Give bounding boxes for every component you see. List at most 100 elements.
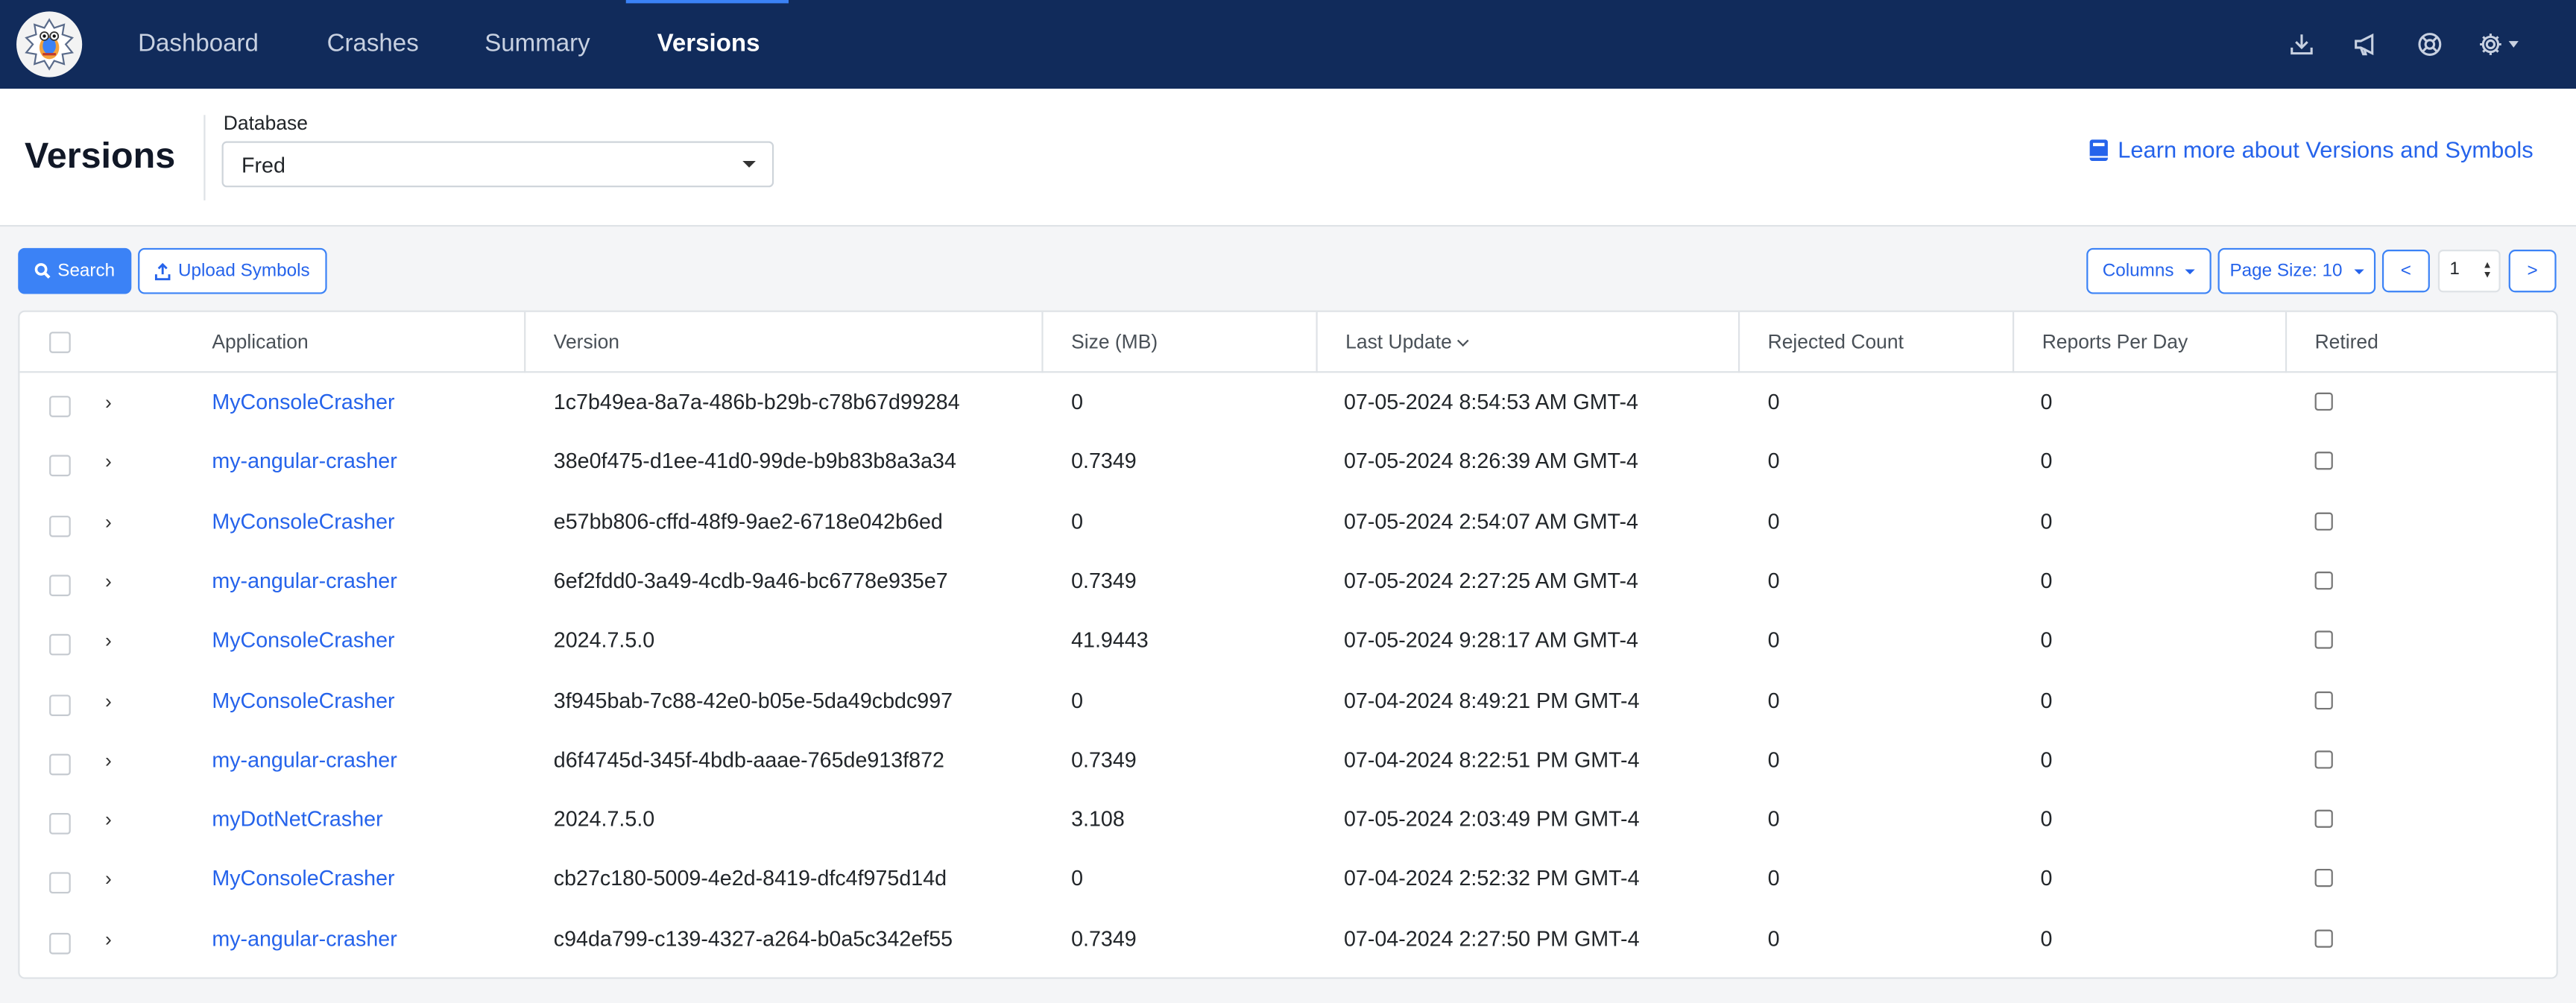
application-link[interactable]: my-angular-crasher [212, 730, 397, 789]
reports-per-day-cell: 0 [2040, 806, 2053, 832]
application-link[interactable]: my-angular-crasher [212, 432, 397, 491]
size-cell: 0.7349 [1071, 568, 1137, 593]
last-update-label: Last Update [1345, 330, 1452, 353]
prev-page-button[interactable]: < [2381, 250, 2430, 293]
retired-checkbox[interactable] [2314, 571, 2333, 590]
retired-checkbox[interactable] [2314, 869, 2333, 888]
row-select-checkbox[interactable] [49, 515, 71, 537]
reports-per-day-cell: 0 [2040, 449, 2053, 474]
last-update-cell: 07-04-2024 2:52:32 PM GMT-4 [1343, 866, 1640, 891]
rejected-count-cell: 0 [1767, 449, 1780, 474]
column-header-version[interactable]: Version [524, 311, 1041, 373]
rejected-count-cell: 0 [1767, 568, 1780, 593]
reports-per-day-cell: 0 [2040, 508, 2053, 534]
row-select-checkbox[interactable] [49, 873, 71, 894]
search-button[interactable]: Search [18, 247, 132, 294]
row-select-checkbox[interactable] [49, 753, 71, 775]
database-select[interactable]: Fred [221, 141, 774, 188]
size-cell: 0.7349 [1071, 449, 1137, 474]
rejected-count-cell: 0 [1767, 806, 1780, 832]
application-link[interactable]: my-angular-crasher [212, 551, 397, 610]
column-header-retired[interactable]: Retired [2285, 311, 2557, 373]
caret-down-icon [2353, 268, 2364, 273]
row-select-checkbox[interactable] [49, 396, 71, 417]
reports-per-day-cell: 0 [2040, 627, 2053, 653]
download-icon[interactable] [2285, 28, 2318, 60]
expand-row-chevron-icon[interactable]: › [105, 611, 121, 670]
retired-checkbox[interactable] [2314, 630, 2333, 650]
expand-row-chevron-icon[interactable]: › [105, 373, 121, 431]
next-page-button[interactable]: > [2508, 250, 2557, 293]
retired-checkbox[interactable] [2314, 750, 2333, 769]
columns-dropdown[interactable]: Columns [2086, 247, 2212, 294]
table-row: › MyConsoleCrasher e57bb806-cffd-48f9-9ae2… [19, 492, 2556, 551]
last-update-cell: 07-05-2024 9:28:17 AM GMT-4 [1343, 627, 1638, 653]
expand-row-chevron-icon[interactable]: › [105, 432, 121, 491]
expand-row-chevron-icon[interactable]: › [105, 492, 121, 551]
rejected-count-cell: 0 [1767, 687, 1780, 712]
learn-more-link[interactable]: Learn more about Versions and Symbols [2089, 136, 2534, 162]
support-icon[interactable] [2414, 28, 2446, 60]
last-update-cell: 07-05-2024 2:54:07 AM GMT-4 [1343, 508, 1638, 534]
application-link[interactable]: MyConsoleCrasher [212, 849, 394, 908]
database-select-value: Fred [242, 152, 285, 178]
retired-checkbox[interactable] [2314, 511, 2333, 531]
row-select-checkbox[interactable] [49, 694, 71, 715]
row-select-checkbox[interactable] [49, 575, 71, 596]
column-header-last-update[interactable]: Last Update [1316, 311, 1737, 373]
megaphone-icon[interactable] [2349, 28, 2382, 60]
table-row: › myDotNetCrasher 2024.7.5.0 3.108 07-05-202… [19, 790, 2556, 849]
retired-checkbox[interactable] [2314, 392, 2333, 411]
page-number-input[interactable]: 1 ▲ ▼ [2437, 250, 2501, 293]
expand-row-chevron-icon[interactable]: › [105, 849, 121, 908]
table-row: › my-angular-crasher d6f4745d-345f-4bdb-aa… [19, 730, 2556, 789]
expand-row-chevron-icon[interactable]: › [105, 790, 121, 849]
bugsplat-logo[interactable] [16, 11, 83, 77]
nav-versions[interactable]: Versions [657, 0, 760, 89]
upload-symbols-button[interactable]: Upload Symbols [138, 247, 327, 294]
expand-row-chevron-icon[interactable]: › [105, 671, 121, 730]
application-link[interactable]: my-angular-crasher [212, 909, 397, 968]
top-navbar: Dashboard Crashes Summary Versions [0, 0, 2576, 89]
application-link[interactable]: MyConsoleCrasher [212, 373, 394, 431]
page-size-label: Page Size: 10 [2229, 261, 2343, 281]
nav-summary[interactable]: Summary [484, 0, 590, 89]
row-select-checkbox[interactable] [49, 455, 71, 477]
nav-crashes[interactable]: Crashes [327, 0, 419, 89]
retired-checkbox[interactable] [2314, 809, 2333, 829]
select-all-checkbox[interactable] [49, 332, 71, 353]
row-select-checkbox[interactable] [49, 634, 71, 656]
last-update-cell: 07-05-2024 2:27:25 AM GMT-4 [1343, 568, 1638, 593]
upload-icon [155, 262, 171, 280]
row-select-checkbox[interactable] [49, 813, 71, 835]
expand-row-chevron-icon[interactable]: › [105, 909, 121, 968]
expand-row-chevron-icon[interactable]: › [105, 551, 121, 610]
column-header-reports-per-day[interactable]: Reports Per Day [2012, 311, 2285, 373]
column-header-rejected-count[interactable]: Rejected Count [1737, 311, 2012, 373]
page-size-dropdown[interactable]: Page Size: 10 [2217, 247, 2376, 294]
gear-icon[interactable] [2478, 28, 2527, 60]
retired-checkbox[interactable] [2314, 690, 2333, 709]
version-cell: 1c7b49ea-8a7a-486b-b29b-c78b67d99284 [553, 389, 960, 414]
column-header-application[interactable]: Application [184, 312, 524, 373]
reports-per-day-cell: 0 [2040, 747, 2053, 772]
columns-label: Columns [2102, 261, 2174, 281]
table-row: › MyConsoleCrasher 1c7b49ea-8a7a-486b-b29b… [19, 373, 2556, 431]
column-header-size[interactable]: Size (MB) [1041, 311, 1316, 373]
caret-down-icon [742, 161, 756, 168]
retired-checkbox[interactable] [2314, 452, 2333, 471]
application-link[interactable]: MyConsoleCrasher [212, 671, 394, 730]
application-link[interactable]: myDotNetCrasher [212, 790, 382, 849]
rejected-count-cell: 0 [1767, 866, 1780, 891]
page-title: Versions [25, 134, 176, 176]
version-cell: e57bb806-cffd-48f9-9ae2-6718e042b6ed [553, 508, 943, 534]
expand-row-chevron-icon[interactable]: › [105, 730, 121, 789]
nav-dashboard[interactable]: Dashboard [138, 0, 259, 89]
application-link[interactable]: MyConsoleCrasher [212, 492, 394, 551]
spinner-icon[interactable]: ▲ ▼ [2482, 261, 2492, 280]
application-link[interactable]: MyConsoleCrasher [212, 611, 394, 670]
retired-checkbox[interactable] [2314, 928, 2333, 948]
search-icon [34, 263, 51, 279]
rejected-count-cell: 0 [1767, 747, 1780, 772]
row-select-checkbox[interactable] [49, 932, 71, 954]
